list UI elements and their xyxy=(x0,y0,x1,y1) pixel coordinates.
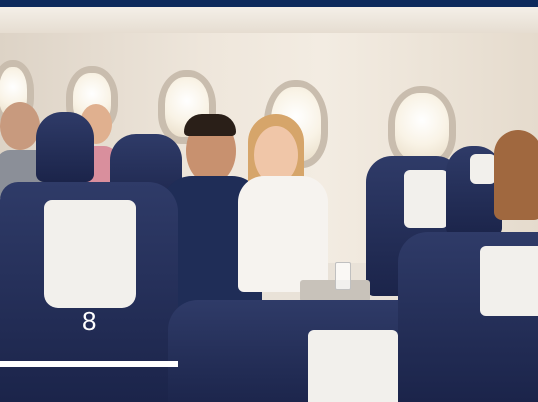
seat-foreground-left xyxy=(0,182,178,402)
passenger-woman-right xyxy=(486,130,538,240)
caption-underline-bar xyxy=(0,361,178,367)
cabin-ceiling xyxy=(0,7,538,33)
seat-number-label: 8 xyxy=(82,306,97,336)
seat-back-row xyxy=(36,112,94,182)
top-accent-bar xyxy=(0,0,538,7)
water-glass xyxy=(335,262,351,290)
cabin-photo: 8 xyxy=(0,0,538,402)
seat-foreground-right xyxy=(398,232,538,402)
